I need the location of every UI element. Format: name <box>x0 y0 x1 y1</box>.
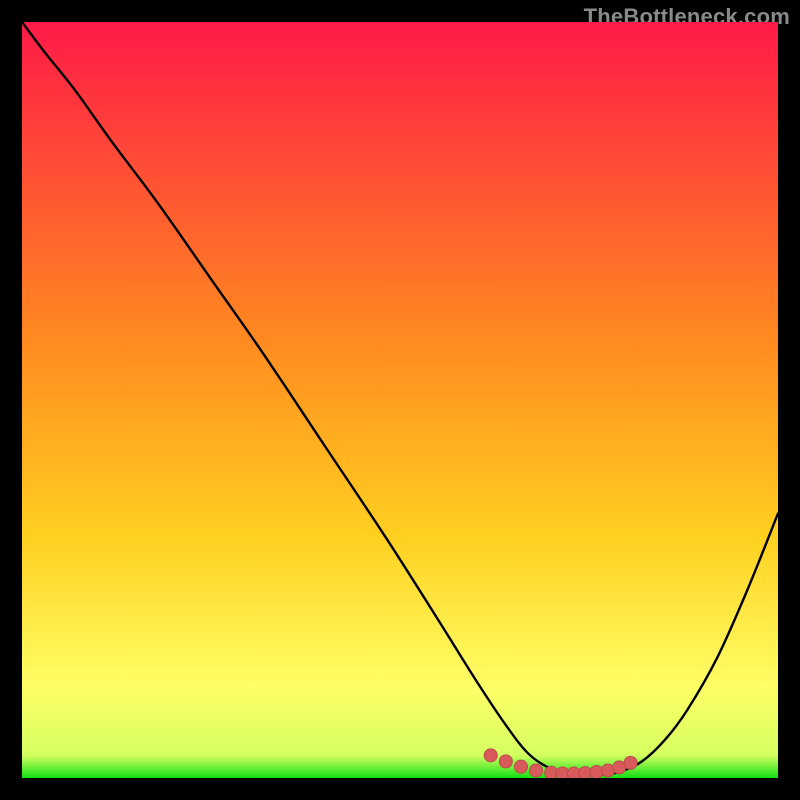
plot-area <box>22 22 778 778</box>
gradient-background <box>22 22 778 778</box>
chart-svg <box>22 22 778 778</box>
highlight-marker <box>499 755 512 768</box>
highlight-marker <box>530 764 543 777</box>
chart-container: TheBottleneck.com <box>0 0 800 800</box>
highlight-marker <box>484 749 497 762</box>
highlight-marker <box>514 760 527 773</box>
highlight-marker <box>624 756 637 769</box>
